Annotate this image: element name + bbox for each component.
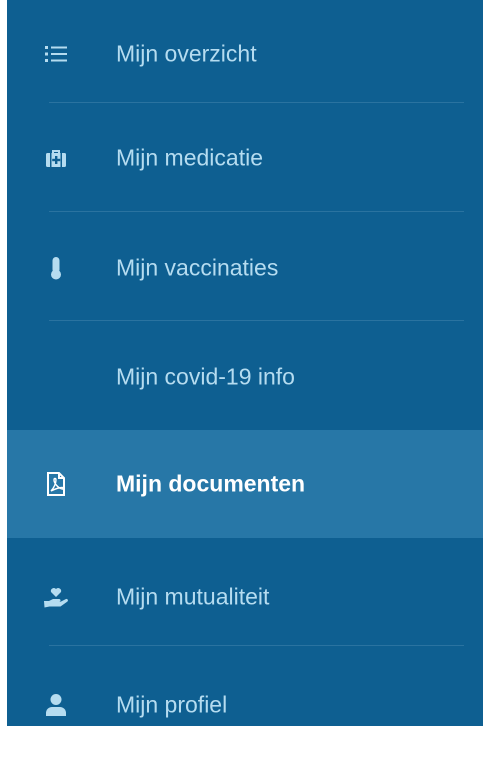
thermometer-icon	[43, 255, 69, 281]
sidebar-item-medicatie[interactable]: Mijn medicatie	[7, 104, 483, 212]
sidebar-item-label: Mijn mutualiteit	[116, 583, 270, 610]
medkit-icon	[43, 145, 69, 171]
sidebar-item-mutualiteit[interactable]: Mijn mutualiteit	[7, 543, 483, 651]
divider	[49, 102, 464, 103]
sidebar-item-documenten[interactable]: Mijn documenten	[7, 430, 483, 538]
user-icon	[43, 692, 69, 718]
divider	[49, 211, 464, 212]
sidebar-item-vaccinaties[interactable]: Mijn vaccinaties	[7, 214, 483, 322]
sidebar-item-covid-info[interactable]: Mijn covid-19 info	[7, 323, 483, 431]
divider	[49, 645, 464, 646]
list-icon	[43, 41, 69, 67]
sidebar-item-label: Mijn covid-19 info	[116, 363, 295, 390]
sidebar-item-label: Mijn profiel	[116, 691, 228, 718]
sidebar-item-label: Mijn overzicht	[116, 40, 257, 67]
divider	[49, 320, 464, 321]
hand-heart-icon	[43, 584, 69, 610]
sidebar-item-label: Mijn medicatie	[116, 144, 263, 171]
sidebar: Mijn overzicht Mijn medicatie Mijn vacci…	[7, 0, 483, 726]
sidebar-item-overzicht[interactable]: Mijn overzicht	[7, 0, 483, 108]
sidebar-item-label: Mijn documenten	[116, 470, 306, 497]
pdf-file-icon	[43, 471, 69, 497]
sidebar-item-label: Mijn vaccinaties	[116, 254, 279, 281]
sidebar-item-profiel[interactable]: Mijn profiel	[7, 651, 483, 759]
